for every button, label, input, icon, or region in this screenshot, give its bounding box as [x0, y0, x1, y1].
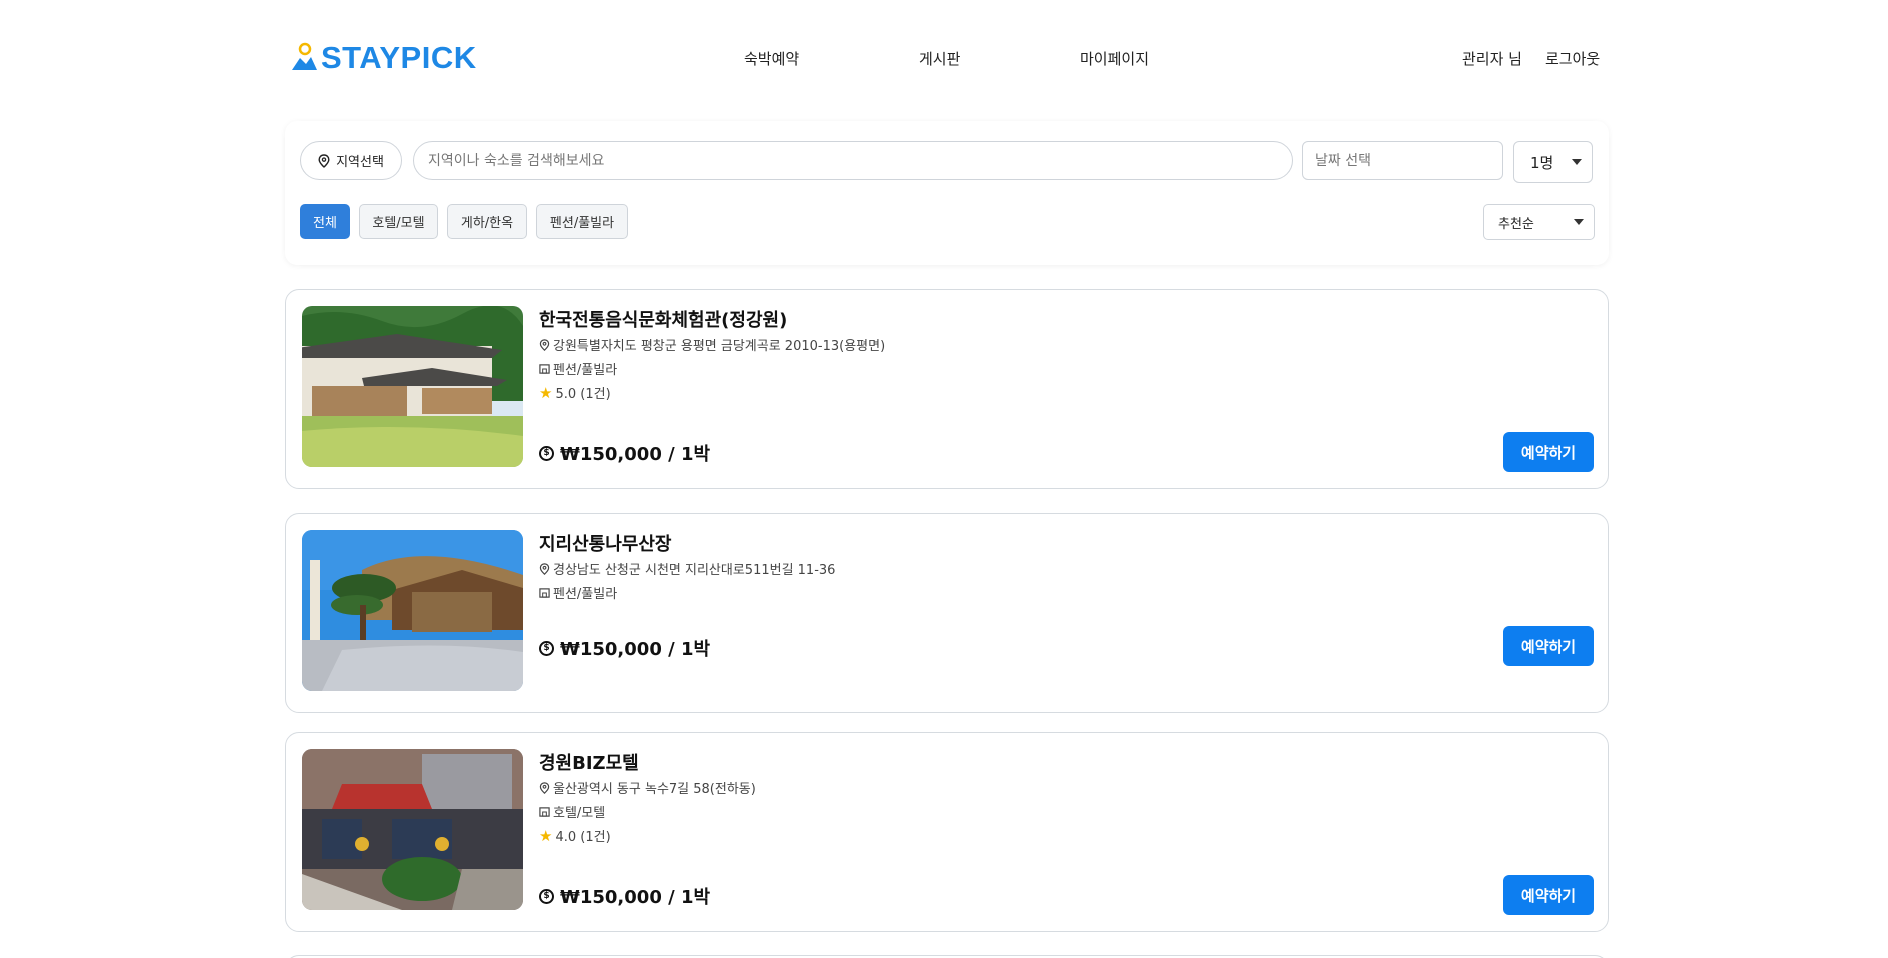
listing-price: $ ₩150,000 / 1박	[539, 440, 710, 466]
location-pin-icon	[539, 562, 550, 575]
listing-price-text: ₩150,000 / 1박	[560, 887, 711, 908]
region-select-button[interactable]: 지역선택	[300, 141, 402, 180]
location-pin-icon	[539, 781, 550, 794]
listing-price-text: ₩150,000 / 1박	[560, 639, 711, 660]
listing-price: $ ₩150,000 / 1박	[539, 883, 710, 909]
hanok-photo-image	[302, 306, 523, 467]
listing-price: $ ₩150,000 / 1박	[539, 635, 710, 661]
building-icon	[539, 587, 550, 598]
category-chip-guesthouse-hanok[interactable]: 게하/한옥	[447, 204, 527, 239]
book-button[interactable]: 예약하기	[1503, 432, 1594, 472]
category-chip-pension-poolvilla[interactable]: 펜션/풀빌라	[536, 204, 628, 239]
nav-board[interactable]: 게시판	[919, 48, 960, 69]
date-input[interactable]	[1302, 141, 1503, 180]
building-icon	[539, 363, 550, 374]
star-icon: ★	[539, 826, 553, 845]
listing-address-text: 강원특별자치도 평창군 용평면 금당계곡로 2010-13(용평면)	[553, 339, 886, 354]
search-input[interactable]	[413, 141, 1293, 180]
listing-photo[interactable]	[302, 530, 523, 691]
listing-address-text: 경상남도 산청군 시천면 지리산대로511번길 11-36	[553, 563, 836, 578]
location-pin-icon	[318, 153, 330, 168]
listing-price-text: ₩150,000 / 1박	[560, 444, 711, 465]
star-icon: ★	[539, 383, 553, 402]
listing-address: 강원특별자치도 평창군 용평면 금당계곡로 2010-13(용평면)	[539, 335, 885, 354]
sort-select-value: 추천순	[1498, 216, 1534, 232]
book-button[interactable]: 예약하기	[1503, 626, 1594, 666]
listing-type: 펜션/풀빌라	[539, 359, 617, 378]
guest-count-value: 1명	[1530, 153, 1554, 172]
logout-link[interactable]: 로그아웃	[1545, 48, 1600, 69]
coin-icon: $	[539, 888, 554, 904]
user-name: 관리자 님	[1462, 50, 1522, 68]
category-chip-hotel-motel[interactable]: 호텔/모텔	[359, 204, 438, 239]
chevron-down-icon	[1574, 219, 1584, 225]
listing-card[interactable]: 지리산통나무산장 경상남도 산청군 시천면 지리산대로511번길 11-36 펜…	[285, 513, 1609, 713]
location-pin-icon	[539, 338, 550, 351]
listing-rating: ★ 4.0 (1건)	[539, 826, 611, 846]
listing-address: 경상남도 산청군 시천면 지리산대로511번길 11-36	[539, 559, 835, 578]
listing-type: 호텔/모텔	[539, 802, 605, 821]
listing-type-text: 펜션/풀빌라	[553, 363, 618, 378]
listing-type: 펜션/풀빌라	[539, 583, 617, 602]
motel-photo-image	[302, 749, 523, 910]
listing-rating-text: 5.0 (1건)	[555, 387, 611, 402]
listing-name: 지리산통나무산장	[539, 534, 672, 555]
book-button[interactable]: 예약하기	[1503, 875, 1594, 915]
nav-booking[interactable]: 숙박예약	[744, 48, 799, 69]
nav-mypage[interactable]: 마이페이지	[1080, 48, 1149, 69]
listing-type-text: 호텔/모텔	[553, 806, 606, 821]
building-icon	[539, 806, 550, 817]
listing-rating-text: 4.0 (1건)	[555, 830, 611, 845]
listing-photo[interactable]	[302, 306, 523, 467]
logo-text: STAYPICK	[321, 40, 477, 75]
listing-card[interactable]: 경원BIZ모텔 울산광역시 동구 녹수7길 58(전하동) 호텔/모텔 ★ 4.…	[285, 732, 1609, 932]
listing-rating: ★ 5.0 (1건)	[539, 383, 611, 403]
coin-icon: $	[539, 445, 554, 461]
region-select-label: 지역선택	[336, 155, 384, 170]
guest-count-select[interactable]: 1명	[1513, 141, 1593, 183]
listing-type-text: 펜션/풀빌라	[553, 587, 618, 602]
search-panel: 지역선택 1명 전체 호텔/모텔 게하/한옥 펜션/풀빌라 추천순	[285, 121, 1609, 265]
chevron-down-icon	[1572, 159, 1582, 165]
log-cabin-photo-image	[302, 530, 523, 691]
listing-name: 한국전통음식문화체험관(정강원)	[539, 310, 788, 331]
listing-name: 경원BIZ모텔	[539, 753, 639, 774]
sort-select[interactable]: 추천순	[1483, 204, 1595, 240]
site-header: STAYPICK 숙박예약 게시판 마이페이지 관리자 님 로그아웃	[0, 0, 1888, 110]
listing-card[interactable]: 한국전통음식문화체험관(정강원) 강원특별자치도 평창군 용평면 금당계곡로 2…	[285, 289, 1609, 489]
listing-address-text: 울산광역시 동구 녹수7길 58(전하동)	[553, 782, 756, 797]
listing-photo[interactable]	[302, 749, 523, 910]
listing-address: 울산광역시 동구 녹수7길 58(전하동)	[539, 778, 756, 797]
category-chip-all[interactable]: 전체	[300, 204, 350, 239]
logo[interactable]: STAYPICK	[290, 40, 477, 76]
coin-icon: $	[539, 640, 554, 656]
logo-icon	[292, 42, 317, 70]
